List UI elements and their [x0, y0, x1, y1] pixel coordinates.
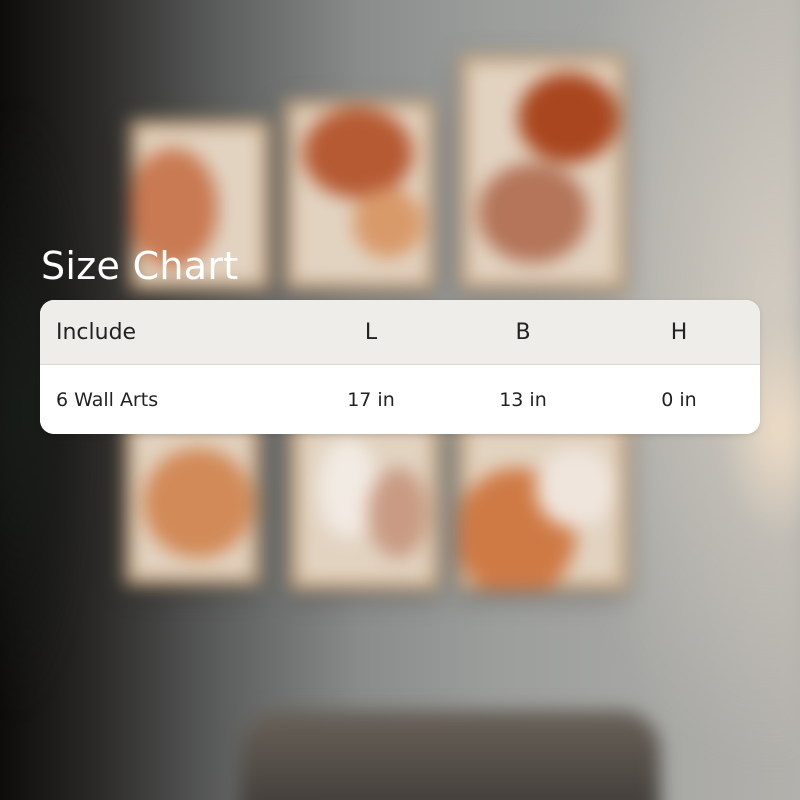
sofa	[240, 710, 660, 800]
header-include: Include	[56, 319, 137, 345]
header-breadth: B	[515, 319, 531, 345]
wall-art-panel-4	[125, 420, 260, 585]
cell-include: 6 Wall Arts	[56, 388, 159, 411]
size-table: Include L B H 6 Wall Arts 17 in 13 in 0 …	[40, 300, 760, 434]
cell-height: 0 in	[661, 388, 697, 411]
size-chart-title: Size Chart	[41, 244, 239, 288]
header-length: L	[364, 319, 378, 345]
cell-breadth: 13 in	[499, 388, 547, 411]
wall-art-panel-2	[285, 100, 435, 290]
background-scene: Size Chart Include L B H 6 Wall Arts 17 …	[0, 0, 800, 800]
table-header-row: Include L B H	[40, 300, 760, 365]
cell-length: 17 in	[347, 388, 395, 411]
wall-art-panel-6	[458, 420, 628, 590]
wall-art-panel-5	[290, 420, 440, 590]
wall-art-panel-3	[460, 55, 625, 290]
table-row: 6 Wall Arts 17 in 13 in 0 in	[40, 365, 760, 434]
header-height: H	[670, 319, 688, 345]
